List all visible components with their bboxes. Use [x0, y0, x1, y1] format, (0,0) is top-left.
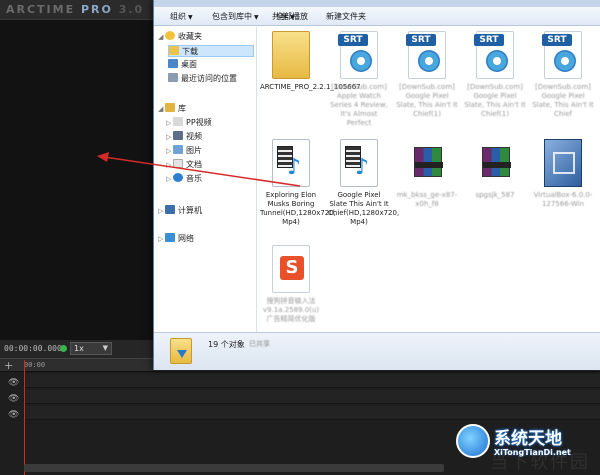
video-preview[interactable]	[0, 20, 160, 340]
watermark-title: 系统天地	[494, 429, 562, 449]
network-icon	[165, 233, 175, 242]
nav-favorites[interactable]: ◢ 收藏夹	[158, 31, 202, 43]
item-count: 19 个对象	[208, 340, 245, 349]
expand-icon[interactable]: ▷	[166, 173, 173, 185]
file-item-installer[interactable]: VirtualBox-6.0.0-127566-Win	[532, 137, 594, 237]
timeline-track[interactable]	[24, 390, 600, 404]
nav-desktop[interactable]: 桌面	[168, 59, 197, 71]
navigation-pane: ◢ 收藏夹 下载 桌面 最近访问的位置 ◢ 库 ▷ PP视频 ▷ 视频 ▷ 图片 ▷ 文档 …	[154, 27, 257, 332]
file-item-folder[interactable]: ARCTIME_PRO_2.2.1_105667	[260, 29, 361, 129]
desktop-icon	[168, 59, 178, 68]
file-item-video[interactable]: ♪ Exploring Elon Musks Boring Tunnel(HD,…	[260, 137, 336, 237]
track-visibility-eye-icon[interactable]: 👁	[8, 411, 20, 420]
file-item-srt[interactable]: SRT [DownSub.com] Google Pixel Slate, Th…	[532, 29, 594, 129]
file-item-archive[interactable]: spgsjk_587	[464, 137, 526, 237]
recent-places-icon	[168, 73, 178, 82]
collapse-icon[interactable]: ◢	[158, 31, 165, 43]
expand-icon[interactable]: ▷	[166, 131, 173, 143]
playback-speed-select[interactable]: 1x ▼	[70, 342, 112, 355]
downloads-folder-icon	[170, 338, 192, 364]
share-state: 已共享	[249, 340, 270, 348]
folder-icon	[272, 31, 310, 79]
srt-file-icon: SRT	[338, 31, 378, 79]
pictures-library-icon	[173, 145, 183, 154]
srt-file-icon: SRT	[542, 31, 582, 79]
expand-icon[interactable]: ▷	[166, 117, 173, 129]
nav-videos[interactable]: ▷ 视频	[166, 131, 202, 143]
star-icon	[165, 31, 175, 40]
timeline-scrollbar[interactable]	[24, 464, 444, 472]
library-icon	[165, 103, 175, 112]
file-item-video[interactable]: ♪ Google Pixel Slate This Ain't It Chief…	[328, 137, 399, 237]
timecode-display: 00:00:00.000	[4, 344, 62, 353]
expand-icon[interactable]: ▷	[166, 159, 173, 171]
expand-icon[interactable]: ▷	[166, 145, 173, 157]
download-folder-icon	[169, 46, 179, 55]
file-item-srt[interactable]: SRT [DownSub.com] Google Pixel Slate, Th…	[396, 29, 458, 129]
media-file-icon: ♪	[272, 139, 310, 187]
arctime-titlebar: ARCTIME PRO 3.0	[0, 0, 160, 20]
folder-icon	[173, 117, 183, 126]
media-file-icon: ♪	[340, 139, 378, 187]
include-in-library-button[interactable]: 包含到库中 ▼	[212, 11, 259, 22]
expand-icon[interactable]: ▷	[158, 205, 165, 217]
nav-recent-places[interactable]: 最近访问的位置	[168, 73, 237, 85]
chevron-down-icon: ▼	[188, 14, 193, 21]
watermark-logo-icon	[456, 424, 490, 458]
archive-icon	[482, 147, 511, 177]
computer-icon	[165, 205, 175, 214]
file-item-archive[interactable]: mk_bkss_ge-x87-x0h_f8	[396, 137, 458, 237]
nav-pp-video[interactable]: ▷ PP视频	[166, 117, 212, 129]
nav-pictures[interactable]: ▷ 图片	[166, 145, 202, 157]
playback-controls: 00:00:00.000 1x ▼	[0, 340, 160, 358]
chevron-down-icon: ▼	[102, 344, 108, 352]
srt-file-icon: SRT	[406, 31, 446, 79]
status-indicator	[60, 345, 67, 352]
file-item-installer[interactable]: S 搜狗拼音输入法v9.1a.2589.0(u)广告精简优化版	[260, 243, 322, 332]
timeline-track[interactable]	[24, 374, 600, 388]
nav-downloads[interactable]: 下载	[168, 45, 254, 57]
virtualbox-icon	[544, 139, 582, 187]
nav-computer[interactable]: ▷ 计算机	[158, 205, 202, 217]
organize-button[interactable]: 组织 ▼	[170, 11, 193, 22]
explorer-toolbar: 组织 ▼ 包含到库中 ▼ 共享 ▼ 全部播放 新建文件夹	[154, 6, 600, 26]
expand-icon[interactable]: ▷	[158, 233, 165, 245]
chevron-down-icon: ▼	[254, 14, 259, 21]
music-library-icon	[173, 173, 183, 182]
sogou-installer-icon: S	[272, 245, 310, 293]
add-track-icon[interactable]: +	[4, 359, 13, 372]
file-explorer-window: 组织 ▼ 包含到库中 ▼ 共享 ▼ 全部播放 新建文件夹 ◢ 收藏夹 下载 桌面 最近访…	[153, 0, 600, 370]
timeline-track[interactable]	[24, 406, 600, 420]
srt-file-icon: SRT	[474, 31, 514, 79]
nav-library[interactable]: ◢ 库	[158, 103, 186, 115]
timeline-playhead[interactable]	[24, 360, 25, 475]
archive-icon	[414, 147, 443, 177]
new-folder-button[interactable]: 新建文件夹	[326, 11, 366, 22]
file-item-srt[interactable]: SRT [DownSub.com] Google Pixel Slate, Th…	[464, 29, 526, 129]
arctime-logo: ARCTIME PRO 3.0	[6, 3, 145, 16]
collapse-icon[interactable]: ◢	[158, 103, 165, 115]
play-all-button[interactable]: 全部播放	[276, 11, 308, 22]
video-library-icon	[173, 131, 183, 140]
track-visibility-eye-icon[interactable]: 👁	[8, 379, 20, 388]
nav-music[interactable]: ▷ 音乐	[166, 173, 202, 185]
details-pane: 19 个对象 已共享	[154, 332, 600, 370]
file-list: ARCTIME_PRO_2.2.1_105667 SRT [DownSub.co…	[258, 27, 600, 332]
track-visibility-eye-icon[interactable]: 👁	[8, 395, 20, 404]
file-item-srt[interactable]: SRT [DownSub.com] Apple Watch Series 4 R…	[328, 29, 390, 129]
nav-network[interactable]: ▷ 网络	[158, 233, 194, 245]
ruler-timecode: 00:00	[24, 361, 46, 369]
nav-documents[interactable]: ▷ 文档	[166, 159, 202, 171]
documents-library-icon	[173, 159, 183, 168]
faint-watermark: 当下软件园	[490, 452, 590, 473]
